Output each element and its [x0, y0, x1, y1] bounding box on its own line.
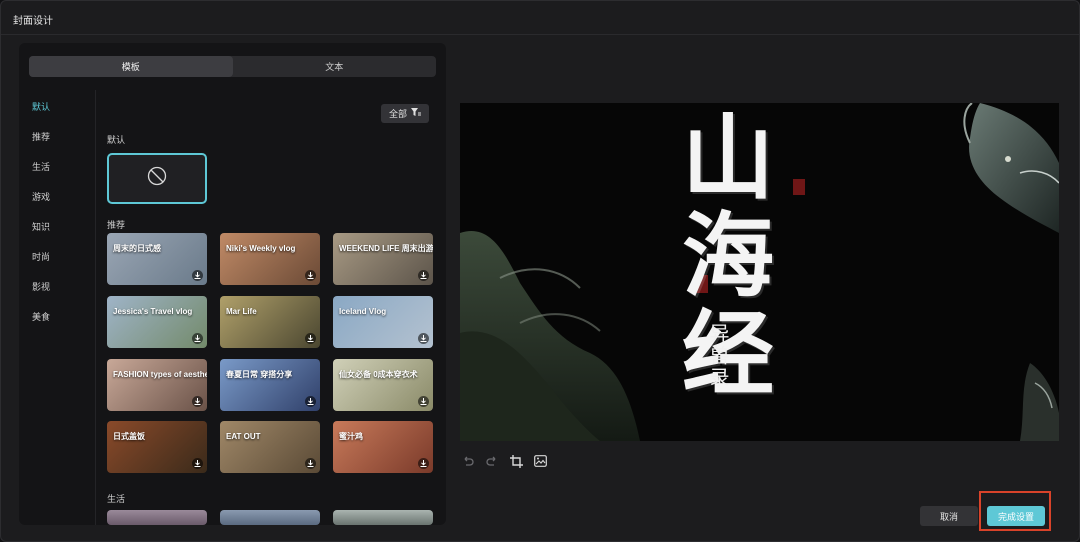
filter-icon — [411, 108, 421, 119]
template-thumbnail[interactable]: WEEKEND LIFE 周末出游日记 — [333, 233, 433, 285]
template-caption: 日式盖饭 — [113, 432, 145, 441]
preview-toolbar — [460, 453, 548, 469]
template-caption: 仙女必备 0成本穿衣术 — [339, 370, 418, 379]
template-thumbnail[interactable]: Jessica's Travel vlog — [107, 296, 207, 348]
window-title: 封面设计 — [13, 16, 53, 27]
template-caption: WEEKEND LIFE 周末出游日记 — [339, 244, 433, 253]
template-thumbnail[interactable] — [107, 510, 207, 525]
template-caption: FASHION types of aesthetic — [113, 370, 207, 379]
template-caption: Mar Life — [226, 307, 257, 316]
undo-icon[interactable] — [460, 453, 476, 469]
category-list: 默认 推荐 生活 游戏 知识 时尚 影视 美食 — [19, 90, 96, 525]
cover-design-dialog: 封面设计 模板 文本 默认 推荐 生活 游戏 知识 时尚 影视 美食 全部 默认 — [0, 0, 1080, 542]
no-template-tile[interactable] — [107, 153, 207, 204]
section-default-label: 默认 — [107, 135, 126, 145]
category-game[interactable]: 游戏 — [32, 190, 50, 203]
template-thumbnail[interactable]: 春夏日常 穿搭分享 — [220, 359, 320, 411]
none-icon — [147, 166, 167, 191]
template-panel: 模板 文本 默认 推荐 生活 游戏 知识 时尚 影视 美食 全部 默认 推荐 周… — [19, 43, 446, 525]
template-caption: Niki's Weekly vlog — [226, 244, 296, 253]
category-life[interactable]: 生活 — [32, 160, 50, 173]
section-recommend-label: 推荐 — [107, 220, 126, 230]
filter-label: 全部 — [388, 109, 407, 119]
category-food[interactable]: 美食 — [32, 310, 50, 323]
category-default[interactable]: 默认 — [32, 100, 50, 113]
cover-preview[interactable]: 山海经 异兽录 — [460, 103, 1059, 441]
download-icon[interactable] — [192, 396, 203, 407]
template-caption: Iceland Vlog — [339, 307, 387, 316]
template-thumbnail[interactable]: 蜜汁鸡 — [333, 421, 433, 473]
category-fashion[interactable]: 时尚 — [32, 250, 50, 263]
download-icon[interactable] — [305, 458, 316, 469]
download-icon[interactable] — [305, 396, 316, 407]
template-caption: 春夏日常 穿搭分享 — [226, 370, 293, 379]
template-thumbnail[interactable]: FASHION types of aesthetic — [107, 359, 207, 411]
tab-text[interactable]: 文本 — [233, 56, 437, 77]
download-icon[interactable] — [418, 333, 429, 344]
image-edit-icon[interactable] — [532, 453, 548, 469]
template-thumbnail[interactable]: Iceland Vlog — [333, 296, 433, 348]
download-icon[interactable] — [192, 458, 203, 469]
download-icon[interactable] — [418, 396, 429, 407]
download-icon[interactable] — [305, 270, 316, 281]
template-thumbnail[interactable] — [333, 510, 433, 525]
template-thumbnail[interactable]: EAT OUT — [220, 421, 320, 473]
template-thumbnail[interactable]: 仙女必备 0成本穿衣术 — [333, 359, 433, 411]
cancel-button[interactable]: 取消 — [920, 506, 978, 526]
redo-icon[interactable] — [484, 453, 500, 469]
category-film[interactable]: 影视 — [32, 280, 50, 293]
download-icon[interactable] — [192, 333, 203, 344]
download-icon[interactable] — [418, 458, 429, 469]
filter-button[interactable]: 全部 — [381, 104, 429, 123]
template-thumbnail[interactable]: 日式盖饭 — [107, 421, 207, 473]
tab-bar: 模板 文本 — [29, 56, 436, 77]
template-caption: 周末的日式感 — [113, 244, 161, 253]
category-knowledge[interactable]: 知识 — [32, 220, 50, 233]
template-thumbnail[interactable]: Mar Life — [220, 296, 320, 348]
template-thumbnail[interactable] — [220, 510, 320, 525]
title-bar: 封面设计 — [1, 1, 1079, 35]
template-caption: Jessica's Travel vlog — [113, 307, 193, 316]
template-grid: 全部 默认 推荐 周末的日式感 Niki's Weekly vlog WEEKEND… — [97, 90, 446, 525]
crop-icon[interactable] — [508, 453, 524, 469]
download-icon[interactable] — [192, 270, 203, 281]
category-recommend[interactable]: 推荐 — [32, 130, 50, 143]
template-thumbnail[interactable]: Niki's Weekly vlog — [220, 233, 320, 285]
section-life-label: 生活 — [107, 494, 126, 504]
tab-templates[interactable]: 模板 — [29, 56, 233, 77]
cover-subtitle: 异兽录 — [706, 323, 730, 389]
highlight-box — [979, 491, 1051, 531]
template-caption: EAT OUT — [226, 432, 261, 441]
template-thumbnail[interactable]: 周末的日式感 — [107, 233, 207, 285]
download-icon[interactable] — [305, 333, 316, 344]
download-icon[interactable] — [418, 270, 429, 281]
template-caption: 蜜汁鸡 — [339, 432, 363, 441]
